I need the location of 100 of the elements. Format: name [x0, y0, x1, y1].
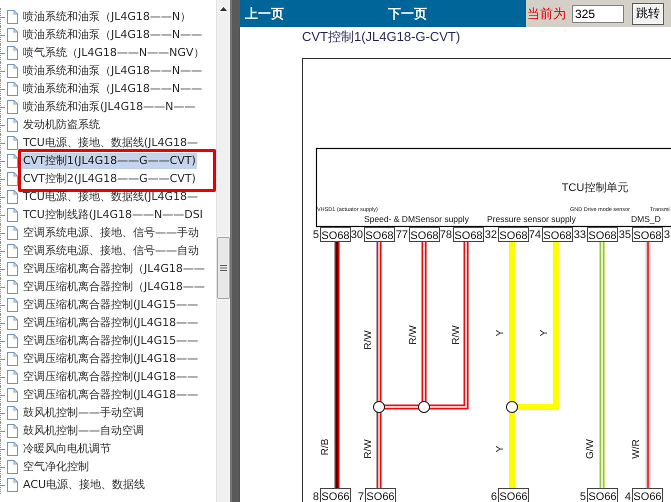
document-icon [6, 100, 18, 114]
wire-code: W/R [631, 439, 642, 459]
connector-terminal: SO68 [364, 227, 395, 242]
document-icon [6, 208, 18, 222]
unit-label: TCU控制单元 [562, 182, 628, 194]
pin-number: 77 [396, 229, 408, 241]
next-page-link[interactable]: 下一页 [388, 4, 427, 22]
tree-item[interactable]: ACU电源、接地、数据线 [22, 477, 146, 493]
wire-code: R/W [408, 325, 419, 345]
go-button[interactable]: 跳转 [632, 2, 664, 24]
document-icon [6, 10, 18, 24]
document-icon [6, 154, 18, 168]
wire-code: R/W [451, 325, 462, 345]
tree-item[interactable]: 空调压缩机离合器控制（JL4G18—— [22, 279, 206, 295]
pin-number: 7 [358, 491, 364, 502]
connector-terminal: SO66 [587, 488, 618, 502]
tree-item[interactable]: 喷油系统和油泵（JL4G18——N—— [22, 81, 204, 97]
pin-number: 5 [580, 491, 586, 502]
tree-item[interactable]: 喷油系统和油泵（JL4G18——N） [22, 9, 192, 25]
scroll-thumb[interactable] [217, 237, 230, 299]
group-label: DMS_D [631, 214, 661, 224]
current-page-label: 当前为 [527, 6, 566, 22]
wire-code: R/W [363, 330, 374, 350]
pin-number: 8 [312, 491, 319, 502]
group-label: Pressure sensor supply [487, 214, 576, 224]
document-icon [6, 118, 18, 132]
tree-item[interactable]: 鼓风机控制——自动空调 [22, 423, 145, 439]
connector-terminal: SO66 [365, 488, 396, 502]
wire-code: Y [495, 330, 506, 336]
tree-item[interactable]: 喷油系统和油泵（JL4G18——N—— [22, 63, 204, 79]
connector-terminal: SO66 [632, 488, 663, 502]
grip-icon [220, 265, 227, 271]
scrollbar[interactable] [216, 0, 230, 502]
diagram-title: CVT控制1(JL4G18-G-CVT) [301, 28, 462, 46]
connector-terminal: SO68 [542, 227, 573, 242]
connector-terminal: SO66 [320, 488, 351, 502]
tree-item[interactable]: 喷气系统（JL4G18——N——NGV） [22, 45, 206, 61]
previous-page-link[interactable]: 上一页 [245, 4, 284, 22]
junction-dot [506, 401, 518, 413]
tree-item[interactable]: 空调压缩机离合器控制(JL4G15—— [22, 333, 200, 349]
caret-up-icon [220, 6, 227, 10]
tree-item[interactable]: 空调压缩机离合器控制(JL4G18—— [22, 387, 200, 403]
pin-number: 74 [528, 229, 541, 241]
wire-code: R/B [320, 438, 331, 456]
document-icon [6, 478, 18, 492]
pin-number: 3 [664, 229, 670, 241]
document-icon [6, 46, 18, 60]
tree-item[interactable]: 发动机防盗系统 [22, 117, 101, 133]
document-icon [6, 226, 18, 240]
document-icon [6, 136, 18, 150]
document-icon [6, 424, 18, 438]
pin-number: 30 [350, 229, 363, 241]
tree-item[interactable]: 空调系统电源、接地、信号——自动 [22, 243, 200, 259]
wire-code: Y [495, 446, 506, 452]
document-icon [6, 82, 18, 96]
document-icon [6, 388, 18, 402]
tree-item[interactable]: TCU电源、接地、数据线(JL4G18— [22, 135, 199, 151]
wire-code: G/W [585, 439, 596, 459]
connector-terminal: SO68 [632, 227, 663, 242]
pin-number: 6 [490, 491, 497, 502]
group-label: Speed- & DMSensor supply [364, 214, 469, 224]
junction-dot [373, 401, 385, 413]
document-icon [6, 442, 18, 456]
document-icon [6, 64, 18, 78]
tree-item[interactable]: CVT控制1(JL4G18——G——CVT) [22, 153, 197, 169]
pin-number: 32 [484, 229, 497, 241]
tree-item[interactable]: 喷油系统和油泵（JL4G18——N—— [22, 27, 204, 43]
document-icon [6, 460, 18, 474]
document-icon [6, 298, 18, 312]
pin-number: 78 [440, 229, 452, 241]
tree-item[interactable]: 空调压缩机离合器控制(JL4G18—— [22, 315, 200, 331]
junction-dot [418, 401, 430, 413]
tree-item[interactable]: 空气净化控制 [22, 459, 90, 475]
tree-item[interactable]: 空调系统电源、接地、信号——手动 [22, 225, 200, 241]
tree-item[interactable]: 喷油系统和油泵(JL4G18——N—— [22, 99, 196, 115]
document-icon [6, 280, 18, 294]
document-icon [6, 28, 18, 42]
tree-item[interactable]: CVT控制2(JL4G18——G——CVT) [22, 171, 197, 187]
document-icon [6, 262, 18, 276]
wire-code: Y [539, 330, 550, 336]
document-icon [6, 406, 18, 420]
pin-number: 5 [312, 229, 319, 241]
document-icon [6, 370, 18, 384]
connector-terminal: SO66 [498, 488, 529, 502]
tree-item[interactable]: TCU控制线路(JL4G18——N——DSI [22, 207, 204, 223]
pin-number: 33 [574, 229, 586, 241]
tree-item[interactable]: 空调压缩机离合器控制(JL4G18—— [22, 369, 200, 385]
connector-terminal: SO68 [320, 227, 351, 242]
tree-item[interactable]: 冷暖风向电机调节 [22, 441, 112, 457]
tree-item[interactable]: TCU电源、接地、数据线(JL4G18— [22, 189, 199, 205]
tree-item[interactable]: 鼓风机控制——手动空调 [22, 405, 145, 421]
pin-number: 35 [618, 229, 631, 241]
tree-item[interactable]: 空调压缩机离合器控制（JL4G18—— [22, 261, 206, 277]
tree-item[interactable]: 空调压缩机离合器控制(JL4G18—— [22, 351, 200, 367]
connector-terminal: SO68 [409, 227, 440, 242]
connector-terminal: SO68 [498, 227, 529, 242]
document-icon [6, 352, 18, 366]
page-input-field[interactable]: 325 [572, 4, 624, 22]
tree-item[interactable]: 空调压缩机离合器控制(JL4G15—— [22, 297, 200, 313]
document-icon [6, 172, 18, 186]
